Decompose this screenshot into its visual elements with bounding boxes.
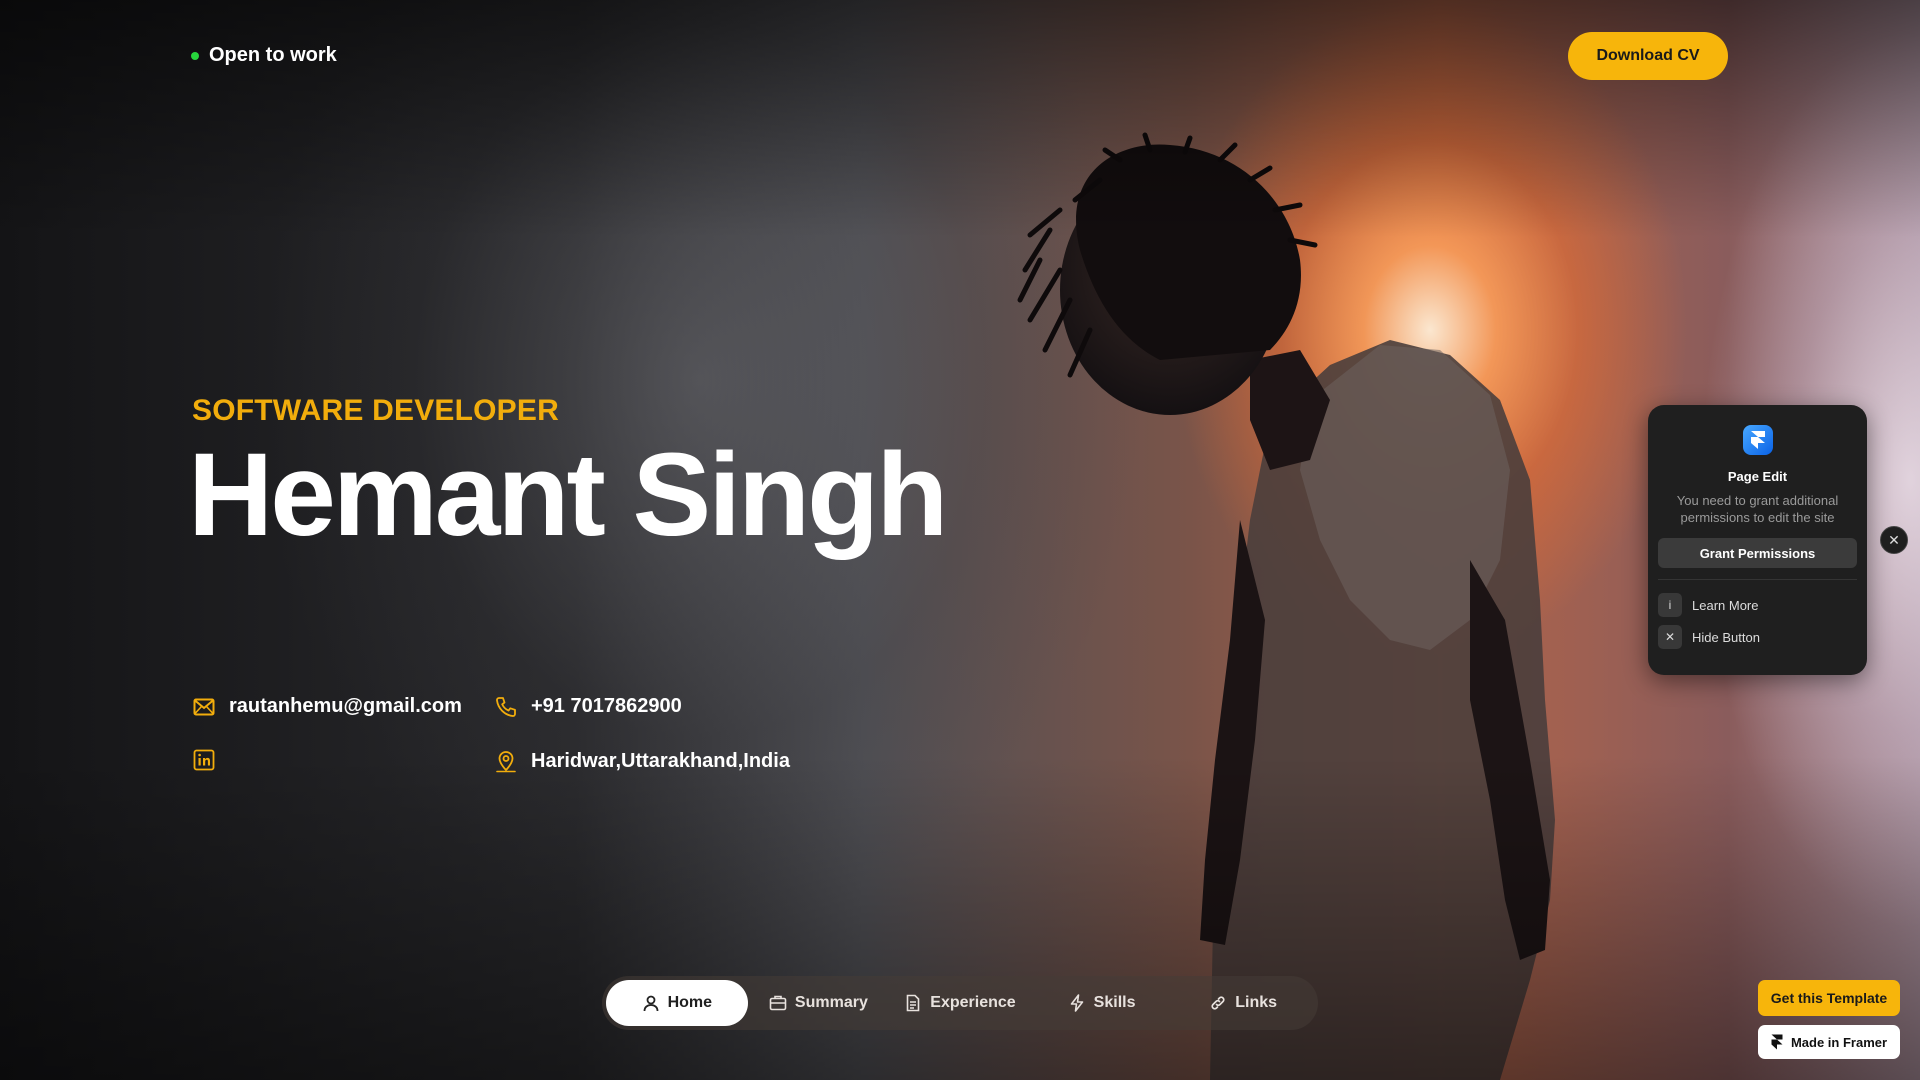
page-edit-title: Page Edit	[1727, 469, 1788, 484]
nav-home[interactable]: Home	[606, 980, 748, 1026]
contact-linkedin[interactable]	[193, 749, 215, 771]
email-text: rautanhemu@gmail.com	[229, 695, 462, 717]
status-label: Open to work	[209, 44, 337, 66]
status-dot	[191, 51, 199, 60]
info-icon: i	[1658, 593, 1682, 617]
hide-button-label: Hide Button	[1692, 629, 1760, 645]
document-icon	[906, 994, 920, 1012]
close-panel-button[interactable]: ✕	[1880, 526, 1908, 554]
learn-more-row[interactable]: i Learn More	[1658, 592, 1857, 618]
linkedin-icon	[193, 749, 215, 771]
page-edit-panel: Page Edit You need to grant additional p…	[1648, 405, 1867, 675]
panel-divider	[1658, 579, 1857, 580]
contact-location: Haridwar,Uttarakhand,India	[495, 749, 790, 773]
grant-permissions-button[interactable]: Grant Permissions	[1658, 538, 1857, 568]
phone-icon	[496, 696, 516, 717]
nav-skills-label: Skills	[1093, 994, 1136, 1011]
framer-icon	[1771, 1034, 1783, 1050]
person-name: Hemant Singh	[188, 429, 948, 561]
contact-phone[interactable]: +91 7017862900	[495, 695, 682, 718]
get-template-button[interactable]: Get this Template	[1758, 980, 1900, 1016]
nav-skills[interactable]: Skills	[1031, 980, 1173, 1026]
nav-summary-label: Summary	[794, 994, 868, 1011]
mail-icon	[193, 698, 215, 715]
briefcase-icon	[769, 995, 787, 1011]
hide-button-row[interactable]: ✕ Hide Button	[1658, 624, 1857, 650]
user-icon	[643, 995, 658, 1012]
download-cv-button[interactable]: Download CV	[1568, 32, 1728, 80]
page-edit-description: You need to grant additional permissions…	[1676, 493, 1839, 525]
made-in-framer-label: Made in Framer	[1790, 1034, 1888, 1050]
nav-links[interactable]: Links	[1172, 980, 1314, 1026]
nav-experience-label: Experience	[930, 994, 1016, 1011]
nav-links-label: Links	[1235, 994, 1278, 1011]
location-text: Haridwar,Uttarakhand,India	[531, 749, 790, 772]
location-pin-icon	[496, 751, 516, 773]
nav-home-label: Home	[667, 994, 713, 1011]
open-to-work-status: Open to work	[191, 44, 337, 67]
link-icon	[1211, 996, 1225, 1010]
job-title: SOFTWARE DEVELOPER	[192, 394, 559, 427]
nav-summary[interactable]: Summary	[748, 980, 890, 1026]
learn-more-label: Learn More	[1692, 597, 1759, 613]
bottom-nav: Home Summary Experience Skills Links	[602, 976, 1318, 1030]
nav-experience[interactable]: Experience	[889, 980, 1031, 1026]
lightning-icon	[1070, 994, 1083, 1012]
framer-logo-icon	[1742, 425, 1773, 455]
phone-text: +91 7017862900	[531, 695, 682, 717]
contact-email[interactable]: rautanhemu@gmail.com	[193, 695, 462, 718]
x-icon: ✕	[1658, 625, 1682, 649]
made-in-framer-button[interactable]: Made in Framer	[1758, 1025, 1900, 1059]
